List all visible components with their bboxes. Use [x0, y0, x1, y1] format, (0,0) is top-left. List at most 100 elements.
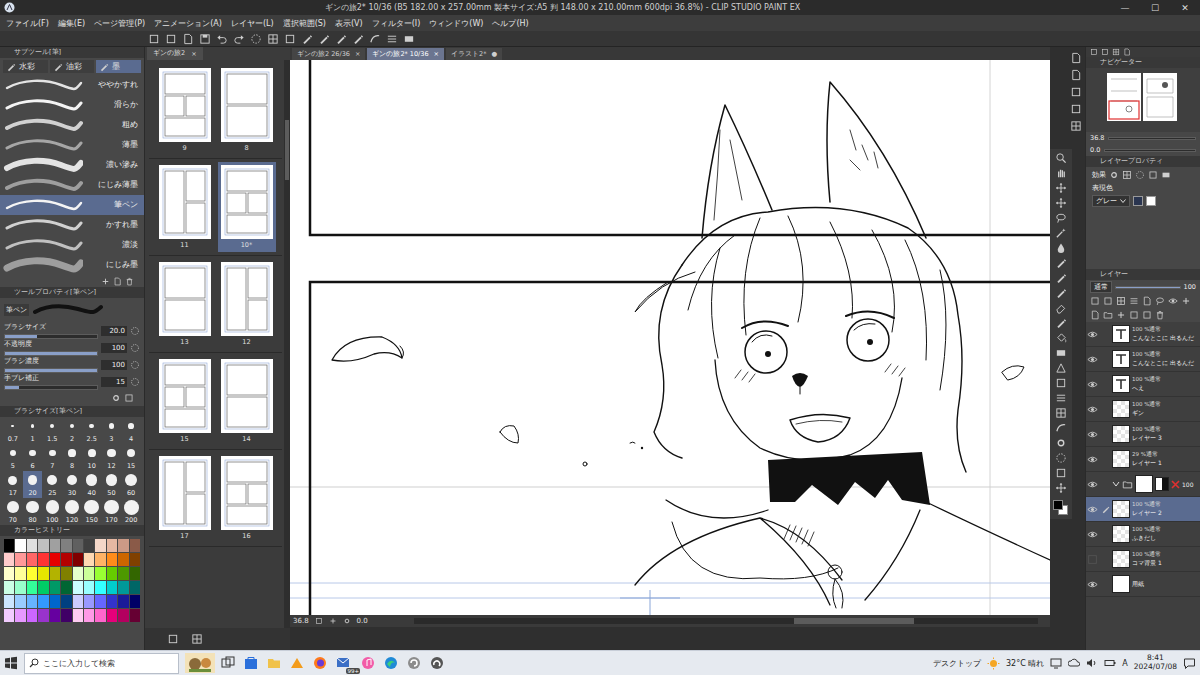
color-swatch[interactable]: [107, 567, 117, 580]
angle-value[interactable]: 0.0: [1090, 146, 1100, 154]
color-swatch[interactable]: [107, 595, 117, 608]
panel-icon[interactable]: [1070, 86, 1082, 98]
scrollbar[interactable]: [414, 618, 1038, 624]
brush-size-option[interactable]: 15: [121, 444, 141, 471]
color-swatch[interactable]: [15, 581, 25, 594]
eye-icon[interactable]: [1087, 379, 1098, 390]
slider-track[interactable]: [4, 368, 98, 373]
page-thumbnail[interactable]: 10*: [218, 162, 276, 252]
layer-name[interactable]: レイヤー 2: [1132, 509, 1162, 518]
effect-icon[interactable]: [1161, 170, 1171, 180]
eye-icon[interactable]: [1087, 554, 1098, 565]
brush-size-option[interactable]: 80: [23, 498, 43, 525]
brush-size-option[interactable]: 8: [62, 444, 82, 471]
menu-item[interactable]: ページ管理(P): [94, 18, 145, 29]
battery-icon[interactable]: [1104, 657, 1116, 669]
page-thumbnail[interactable]: 14: [218, 356, 276, 446]
notification-app[interactable]: 99+: [336, 655, 352, 671]
slider-track[interactable]: [4, 385, 98, 390]
visibility-toggle[interactable]: [1086, 579, 1098, 590]
color-swatch[interactable]: [50, 595, 60, 608]
layer-row[interactable]: 100 %通常ギン: [1086, 397, 1200, 422]
cloud-icon[interactable]: [1068, 657, 1080, 669]
color-swatch[interactable]: [130, 581, 140, 594]
brush-item[interactable]: かすれ墨: [0, 215, 144, 235]
zoom-value[interactable]: 36.8: [293, 617, 309, 625]
color-swatch[interactable]: [107, 581, 117, 594]
command-icon[interactable]: [386, 33, 398, 45]
layer-row[interactable]: 100 %通常ふきだし: [1086, 522, 1200, 547]
clock[interactable]: 8:412024/07/08: [1134, 654, 1177, 671]
color-swatch[interactable]: [15, 595, 25, 608]
artwork[interactable]: [290, 60, 1050, 615]
menu-item[interactable]: ファイル(F): [6, 18, 49, 29]
value-field[interactable]: 20.0: [101, 326, 127, 336]
panel-icon[interactable]: [1112, 48, 1120, 56]
command-icon[interactable]: [284, 33, 296, 45]
tool-icon[interactable]: [1055, 392, 1067, 404]
color-swatch[interactable]: [4, 539, 14, 552]
tool-icon[interactable]: [1055, 332, 1067, 344]
color-swatch[interactable]: [73, 595, 83, 608]
panel-icon[interactable]: [1090, 48, 1098, 56]
color-swatch[interactable]: [130, 595, 140, 608]
layer-row[interactable]: 100 %通常レイヤー 3: [1086, 422, 1200, 447]
volume-icon[interactable]: [1086, 657, 1098, 669]
zoom-out-icon[interactable]: [315, 617, 323, 625]
color-swatch[interactable]: [95, 567, 105, 580]
eye-icon[interactable]: [1087, 504, 1098, 515]
color-swatch[interactable]: [107, 553, 117, 566]
canvas-viewport[interactable]: [290, 60, 1050, 615]
brush-size-option[interactable]: 2.5: [82, 417, 102, 444]
color-swatch[interactable]: [73, 581, 83, 594]
color-swatch[interactable]: [38, 553, 48, 566]
color-swatch[interactable]: [27, 595, 37, 608]
visibility-toggle[interactable]: [1086, 529, 1098, 540]
layer-row[interactable]: 100 %通常こんなとこに 出るんだ: [1086, 322, 1200, 347]
brush-size-option[interactable]: 100: [42, 498, 62, 525]
page-thumbnail[interactable]: 16: [218, 453, 276, 543]
brush-size-option[interactable]: 1: [23, 417, 43, 444]
subtool-tab[interactable]: 墨: [96, 60, 141, 73]
layer-name[interactable]: ギン: [1132, 409, 1161, 418]
brush-size-option[interactable]: 40: [82, 471, 102, 498]
color-swatch[interactable]: [118, 609, 128, 622]
toggle-icon[interactable]: [130, 326, 140, 336]
angle-value[interactable]: 0.0: [357, 617, 368, 625]
tool-icon[interactable]: [1055, 452, 1067, 464]
layer-name[interactable]: コマ背景 1: [1132, 559, 1162, 568]
color-swatch[interactable]: [4, 609, 14, 622]
color-swatch[interactable]: [84, 539, 94, 552]
color-swatch[interactable]: [73, 553, 83, 566]
color-swatch[interactable]: [84, 567, 94, 580]
zoom-in-icon[interactable]: [329, 617, 337, 625]
menu-item[interactable]: 選択範囲(S): [283, 18, 326, 29]
layer-tool-icon[interactable]: [1181, 296, 1191, 306]
visibility-toggle[interactable]: [1086, 354, 1098, 365]
color-swatch[interactable]: [4, 567, 14, 580]
opacity-value[interactable]: 100: [1184, 283, 1196, 291]
eye-icon[interactable]: [1087, 404, 1098, 415]
blend-mode-dropdown[interactable]: 通常: [1090, 281, 1112, 293]
brush-item[interactable]: 薄墨: [0, 135, 144, 155]
tool-icon[interactable]: [1055, 197, 1067, 209]
menu-item[interactable]: レイヤー(L): [231, 18, 274, 29]
color-swatch[interactable]: [27, 567, 37, 580]
value-field[interactable]: 100: [101, 343, 127, 353]
brush-item[interactable]: にじみ薄墨: [0, 175, 144, 195]
color-swatch[interactable]: [95, 609, 105, 622]
color-swatch[interactable]: [107, 609, 117, 622]
navigator-canvas[interactable]: [1103, 71, 1183, 129]
visibility-toggle[interactable]: [1086, 429, 1098, 440]
color-swatch[interactable]: [73, 539, 83, 552]
color-swatch[interactable]: [95, 581, 105, 594]
brush-size-option[interactable]: 0.7: [3, 417, 23, 444]
layer-row[interactable]: 用紙: [1086, 572, 1200, 597]
music-icon[interactable]: [361, 656, 375, 670]
eye-icon[interactable]: [1087, 329, 1098, 340]
color-swatch[interactable]: [107, 539, 117, 552]
zoom-value[interactable]: 36.8: [1090, 134, 1104, 142]
visibility-toggle[interactable]: [1086, 554, 1098, 565]
color-swatch[interactable]: [27, 581, 37, 594]
box-icon[interactable]: [124, 393, 134, 403]
